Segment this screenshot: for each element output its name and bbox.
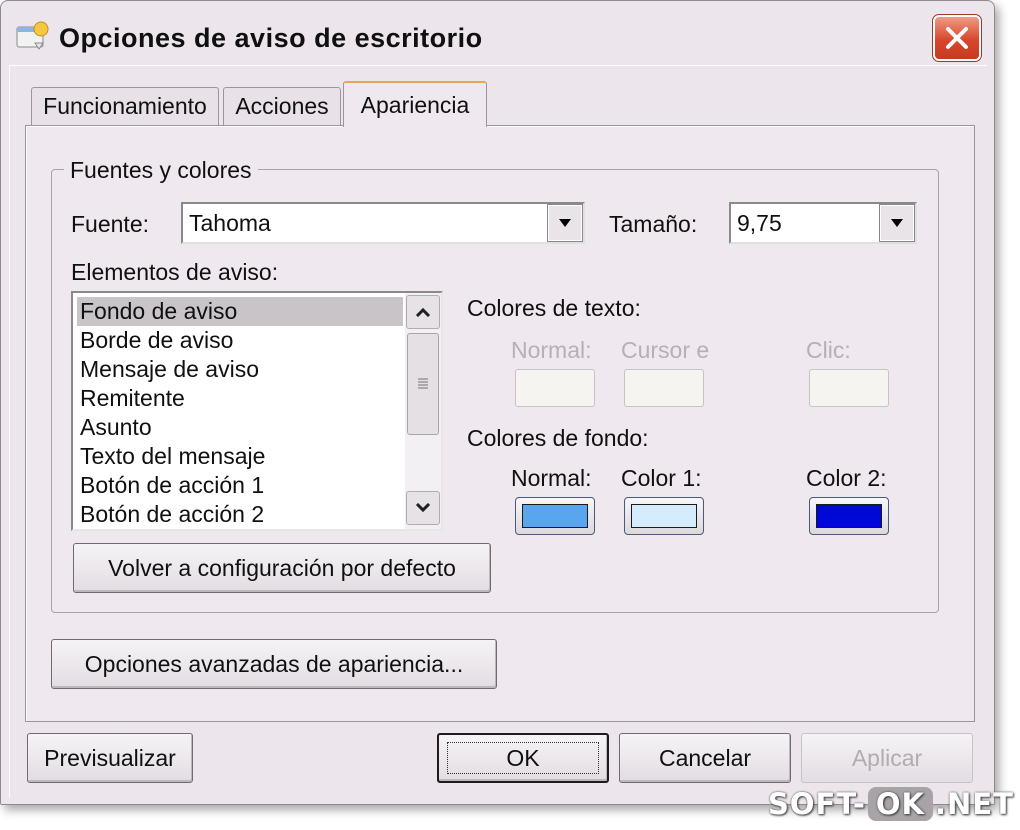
focus-rectangle [447,742,599,774]
reset-defaults-button[interactable]: Volver a configuración por defecto [73,543,491,593]
bg-color1-label: Color 1: [621,465,702,491]
bg-color2-label: Color 2: [806,465,887,491]
text-cursor-label: Cursor e [621,337,710,363]
scroll-up-button[interactable] [406,295,440,329]
text-click-color-swatch [809,369,889,407]
tab-label: Acciones [235,93,329,119]
cancel-button[interactable]: Cancelar [619,733,791,783]
tab-apariencia[interactable]: Apariencia [343,81,487,127]
watermark: SOFT- OK .NET [768,784,1014,824]
list-item[interactable]: Texto del mensaje [77,442,403,471]
apply-button[interactable]: Aplicar [801,733,973,783]
bg-color1-button[interactable] [624,497,704,535]
watermark-left: SOFT- [768,787,866,821]
chevron-down-icon [559,219,571,227]
button-label: Cancelar [658,744,752,771]
chevron-up-icon [415,307,431,317]
scroll-down-button[interactable] [406,491,440,525]
notification-window-icon [15,21,51,51]
grip-icon [418,378,428,389]
list-item[interactable]: Borde de aviso [77,326,403,355]
color-fill [631,504,697,528]
window-title: Opciones de aviso de escritorio [59,23,483,53]
dialog-window: Opciones de aviso de escritorio Funciona… [0,0,995,805]
bg-normal-color-button[interactable] [515,497,595,535]
button-label: Previsualizar [44,744,176,771]
tab-label: Funcionamiento [43,93,207,119]
tab-acciones[interactable]: Acciones [223,87,341,125]
size-combobox[interactable]: 9,75 [729,202,917,244]
button-label: Volver a configuración por defecto [108,554,456,581]
tab-label: Apariencia [360,91,470,118]
size-label: Tamaño: [609,211,698,237]
chevron-down-icon [891,219,903,227]
text-colors-label: Colores de texto: [467,295,641,321]
button-label: Opciones avanzadas de apariencia... [84,650,464,677]
chevron-down-icon [415,503,431,513]
elements-listbox[interactable]: Fondo de aviso Borde de aviso Mensaje de… [71,291,443,531]
watermark-ok: OK [867,787,934,821]
size-value: 9,75 [737,210,782,236]
close-button[interactable] [932,14,982,62]
list-item[interactable]: Remitente [77,384,403,413]
text-normal-color-swatch [515,369,595,407]
color-fill [816,504,882,528]
list-item[interactable]: Botón de acción 2 [77,500,403,529]
font-label: Fuente: [71,211,149,237]
list-item[interactable]: Mensaje de aviso [77,355,403,384]
groupbox-title: Fuentes y colores [64,157,258,184]
close-icon [946,27,968,49]
elements-label: Elementos de aviso: [71,259,279,285]
button-label: Aplicar [851,744,923,771]
advanced-appearance-button[interactable]: Opciones avanzadas de apariencia... [51,639,497,689]
color-fill [522,504,588,528]
list-item[interactable]: Asunto [77,413,403,442]
preview-button[interactable]: Previsualizar [27,733,193,783]
size-dropdown-button[interactable] [879,204,915,242]
list-item[interactable]: Botón de acción 1 [77,471,403,500]
text-click-label: Clic: [806,337,851,363]
bg-normal-label: Normal: [511,465,592,491]
elements-scrollbar[interactable] [405,293,441,529]
font-dropdown-button[interactable] [547,204,583,242]
background-colors-label: Colores de fondo: [467,425,649,451]
text-normal-label: Normal: [511,337,592,363]
font-value: Tahoma [189,210,271,236]
font-combobox[interactable]: Tahoma [181,202,585,244]
title-bar[interactable]: Opciones de aviso de escritorio [1,1,994,65]
tab-funcionamiento[interactable]: Funcionamiento [31,87,219,125]
list-item[interactable]: Fondo de aviso [77,297,403,326]
ok-button[interactable]: OK [437,733,609,783]
text-cursor-color-swatch [624,369,704,407]
watermark-right: .NET [935,787,1014,821]
bg-color2-button[interactable] [809,497,889,535]
scroll-thumb[interactable] [407,333,439,435]
